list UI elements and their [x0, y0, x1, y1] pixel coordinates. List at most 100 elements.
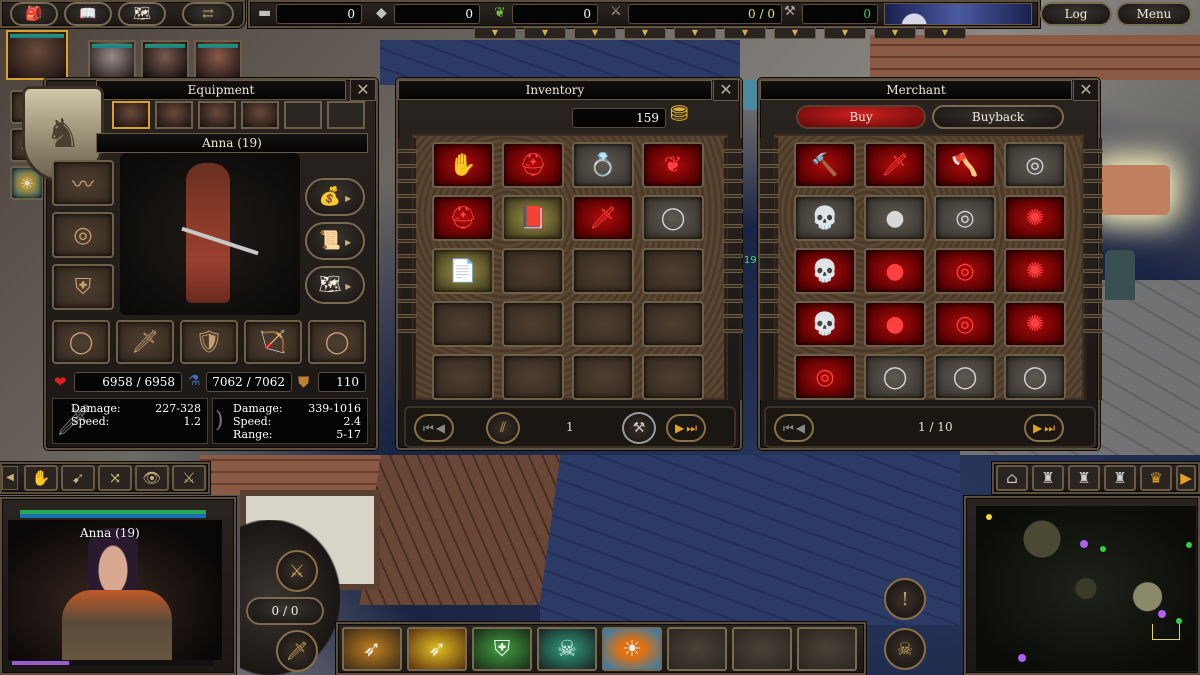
inventory-prev-button[interactable]: ⏮ ◀ — [414, 414, 454, 442]
hotbar-gauntlet-arrow-skill[interactable]: ➶ — [342, 627, 402, 671]
ring-right-slot[interactable]: ◯ — [308, 320, 366, 364]
inventory-slot-empty[interactable] — [502, 301, 564, 347]
hero-tab-helmeted-fighter[interactable] — [241, 101, 279, 129]
hero-tab-elf-warrior[interactable] — [155, 101, 193, 129]
menu-button[interactable]: Menu — [1116, 2, 1192, 26]
merchant-item-teal-amulet[interactable]: ◎ — [934, 195, 996, 241]
hotbar-slot-empty[interactable] — [797, 627, 857, 671]
inventory-item-steel-ring[interactable]: ◯ — [642, 195, 704, 241]
melee-mode-button[interactable]: 🗡 — [276, 630, 318, 672]
inventory-slot-empty[interactable] — [572, 354, 634, 400]
merchant-item-pearl-amulet[interactable]: ● — [864, 195, 926, 241]
party-portrait-2[interactable] — [88, 40, 136, 80]
inventory-next-button[interactable]: ▶ ⏭ — [666, 414, 706, 442]
inventory-slot-empty[interactable] — [572, 248, 634, 294]
hotbar-multishot-skill[interactable]: ➶ — [407, 627, 467, 671]
action-bar-collapse-button[interactable]: ◀ — [2, 466, 18, 490]
shield-slot[interactable]: 🛡 — [180, 320, 238, 364]
spellbook-button[interactable]: 📖 — [64, 2, 112, 26]
dropdown-tab-2[interactable]: ▼ — [524, 27, 566, 39]
inventory-slot-empty[interactable] — [432, 354, 494, 400]
hero-portrait-large[interactable] — [8, 520, 222, 660]
hero-tab-hooded-woman[interactable] — [198, 101, 236, 129]
merchant-item-red-lion-amulet-2[interactable]: ✺ — [1004, 248, 1066, 294]
hero-select-button[interactable]: ☠ — [884, 628, 926, 670]
inventory-slot-empty[interactable] — [502, 248, 564, 294]
hotbar-dark-figure-skill[interactable]: ☠ — [537, 627, 597, 671]
buy-tab[interactable]: Buy — [796, 105, 926, 129]
hotbar-slot-empty[interactable] — [667, 627, 727, 671]
dropdown-tab-8[interactable]: ▼ — [824, 27, 866, 39]
crown-tab[interactable]: ♛ — [1140, 465, 1172, 491]
merchant-item-red-skull-amulet[interactable]: 💀 — [794, 248, 856, 294]
dropdown-tab-1[interactable]: ▼ — [474, 27, 516, 39]
merchant-item-red-swirl-amulet-3[interactable]: ◎ — [794, 354, 856, 400]
scroll-button[interactable]: 📜 ▸ — [305, 222, 365, 260]
party-swap-button[interactable]: ⇄ — [182, 2, 234, 26]
merchant-item-red-lion-amulet[interactable]: ✺ — [1004, 195, 1066, 241]
hotbar-iron-maiden-skill[interactable]: ⛨ — [472, 627, 532, 671]
inventory-slot-empty[interactable] — [642, 301, 704, 347]
look-action-button[interactable]: 👁 — [135, 465, 169, 491]
merchant-item-red-hammer[interactable]: 🔨 — [794, 142, 856, 188]
equipment-close-button[interactable]: ✕ — [350, 79, 376, 101]
cycle-action-button[interactable]: ⤨ — [98, 465, 132, 491]
inventory-slot-empty[interactable] — [572, 301, 634, 347]
merchant-item-red-lion-amulet-3[interactable]: ✺ — [1004, 301, 1066, 347]
crossed-swords-action-button[interactable]: ⚔ — [172, 465, 206, 491]
merchant-item-red-orb-amulet[interactable]: ● — [864, 248, 926, 294]
attack-action-button[interactable]: ➹ — [61, 465, 95, 491]
quest-map-button[interactable]: 🗺 — [118, 2, 166, 26]
merchant-item-red-orb-amulet-2[interactable]: ● — [864, 301, 926, 347]
log-button[interactable]: Log — [1040, 2, 1112, 26]
merchant-item-ruby-ring-2[interactable]: ◯ — [1004, 354, 1066, 400]
salvage-button[interactable]: ⚒ — [622, 412, 656, 444]
ring-left-slot[interactable]: ◯ — [52, 320, 110, 364]
merchant-item-silver-amulet[interactable]: ◎ — [1004, 142, 1066, 188]
dropdown-tab-9[interactable]: ▼ — [874, 27, 916, 39]
hero-tab-anna[interactable] — [112, 101, 150, 129]
inventory-slot-empty[interactable] — [642, 354, 704, 400]
inventory-item-red-dagger[interactable]: 🗡 — [572, 195, 634, 241]
inventory-item-red-glove[interactable]: ✋ — [432, 142, 494, 188]
dropdown-tab-5[interactable]: ▼ — [674, 27, 716, 39]
fortress-tab-2[interactable]: ♜ — [1068, 465, 1100, 491]
dropdown-tab-10[interactable]: ▼ — [924, 27, 966, 39]
party-portrait-4[interactable] — [194, 40, 242, 80]
inventory-item-paper-note[interactable]: 📄 — [432, 248, 494, 294]
merchant-item-red-sword[interactable]: 🗡 — [864, 142, 926, 188]
gold-pouch-button[interactable]: 💰 ▸ — [305, 178, 365, 216]
merchant-item-ruby-ring[interactable]: ◯ — [864, 354, 926, 400]
merchant-item-red-skull-amulet-2[interactable]: 💀 — [794, 301, 856, 347]
hand-action-button[interactable]: ✋ — [24, 465, 58, 491]
inventory-item-red-hood[interactable]: ⛑ — [502, 142, 564, 188]
inventory-slot-empty[interactable] — [502, 354, 564, 400]
sort-items-button[interactable]: ⫽ — [486, 412, 520, 444]
sword-slot[interactable]: 🗡 — [116, 320, 174, 364]
merchant-item-skull-amulet[interactable]: 💀 — [794, 195, 856, 241]
world-player-unit[interactable] — [742, 80, 758, 110]
map-button[interactable]: 🗺 ▸ — [305, 266, 365, 304]
inventory-close-button[interactable]: ✕ — [713, 79, 739, 101]
inventory-slot-empty[interactable] — [432, 301, 494, 347]
merchant-next-button[interactable]: ▶ ⏭ — [1024, 414, 1064, 442]
alert-button[interactable]: ! — [884, 578, 926, 620]
inventory-item-red-cloak[interactable]: ❦ — [642, 142, 704, 188]
dropdown-tab-3[interactable]: ▼ — [574, 27, 616, 39]
merchant-item-red-axe[interactable]: 🪓 — [934, 142, 996, 188]
inventory-bag-button[interactable]: 🎒 — [10, 2, 58, 26]
merchant-item-red-swirl-amulet-2[interactable]: ◎ — [934, 301, 996, 347]
townhall-tab[interactable]: ⌂ — [996, 465, 1028, 491]
expand-tab[interactable]: ▶ — [1176, 465, 1196, 491]
merchant-item-red-swirl-amulet[interactable]: ◎ — [934, 248, 996, 294]
fortress-tab-1[interactable]: ♜ — [1032, 465, 1064, 491]
inventory-item-steel-ring-gem[interactable]: 💍 — [572, 142, 634, 188]
merchant-close-button[interactable]: ✕ — [1073, 79, 1099, 101]
dropdown-tab-7[interactable]: ▼ — [774, 27, 816, 39]
inventory-slot-empty[interactable] — [642, 248, 704, 294]
attack-mode-button[interactable]: ⚔ — [276, 550, 318, 592]
fortress-tab-3[interactable]: ♜ — [1104, 465, 1136, 491]
dropdown-tab-4[interactable]: ▼ — [624, 27, 666, 39]
amulet-slot[interactable]: ◎ — [52, 212, 114, 258]
hotbar-fire-ring-skill[interactable]: ☀ — [602, 627, 662, 671]
